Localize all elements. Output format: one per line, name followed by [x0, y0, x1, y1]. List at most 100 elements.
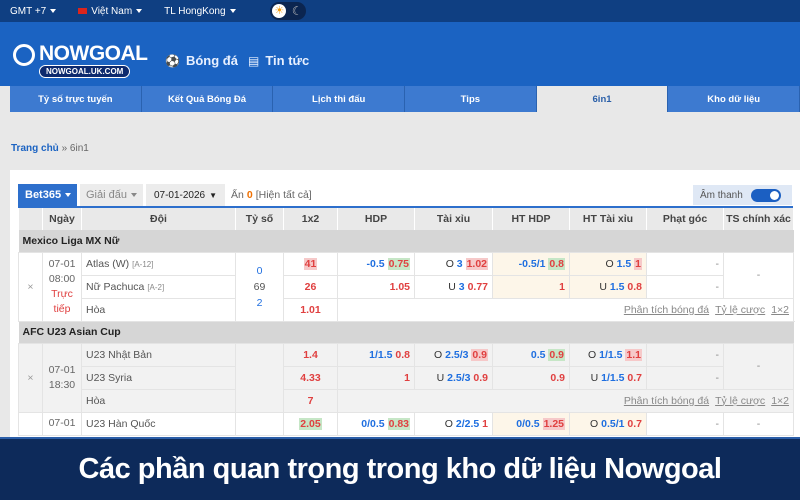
- handicap-odds: 1: [404, 371, 410, 384]
- banner-caption: Các phần quan trọng trong kho dữ liệu No…: [0, 437, 800, 500]
- league-row[interactable]: Mexico Liga MX Nữ: [18, 230, 794, 252]
- league-name: AFC U23 Asian Cup: [18, 321, 794, 343]
- ht-over-under-line: 1/1.5: [599, 348, 623, 361]
- tab-results[interactable]: Kết Quả Bóng Đá: [141, 86, 274, 112]
- ht-handicap-odds: 0.8: [548, 257, 565, 270]
- over-under-line: 2.5/3: [445, 348, 469, 361]
- over-under-odds: 0.9: [471, 348, 488, 361]
- team-rank: [A-12]: [132, 259, 154, 269]
- league-row[interactable]: AFC U23 Asian Cup: [18, 321, 794, 343]
- table-row: × 07-01 18:30 U23 Nhật Bản 1.4 1/1.5 0.8 O 2.…: [18, 342, 794, 413]
- nav-news[interactable]: ▤ Tin tức: [248, 53, 309, 68]
- sound-toggle[interactable]: [750, 188, 781, 202]
- language-dropdown[interactable]: Việt Nam: [78, 5, 143, 17]
- corner-odds: -: [646, 411, 724, 436]
- match-links: Phân tích bóng đá Tỷ lệ cược 1×2: [337, 388, 794, 413]
- team-cell[interactable]: Atlas (W) [A-12]: [81, 251, 236, 276]
- ht-over-under-odds: 1.1: [625, 348, 642, 361]
- over-under-odds: 1.02: [465, 257, 488, 270]
- hidden-label: Ẩn: [231, 189, 244, 201]
- filter-controls: Bet365 Giải đấu 07-01-2026 ▼ Ẩn 0 [Hiện tất…: [18, 184, 312, 206]
- column-header: HT HDP: [492, 208, 570, 230]
- sun-icon: ☀: [272, 4, 287, 18]
- odds-table: Ngày Đội Tỷ số 1x2 HDP Tài xỉu HT HDP HT Tài xỉ…: [18, 208, 794, 436]
- site-header: NOWGOAL NOWGOAL.UK.COM ⚽ Bóng đá ▤ Tin tức: [0, 22, 800, 86]
- match-link[interactable]: Phân tích bóng đá: [624, 304, 709, 316]
- ht-handicap-odds: 0.9: [548, 348, 565, 361]
- timezone-dropdown[interactable]: GMT +7: [10, 6, 57, 17]
- odds-1x2: 26: [304, 280, 317, 293]
- draw-odds: 1.01: [300, 303, 321, 316]
- main-tabs: Tỷ số trực tuyến Kết Quả Bóng Đá Lịch th…: [10, 86, 800, 112]
- draw-row: Hòa 1.01 Phân tích bóng đá Tỷ lệ cược 1×2: [19, 297, 794, 322]
- caret-down-icon: [229, 9, 236, 13]
- match-time: 08:00: [48, 272, 76, 285]
- logo-emblem-icon: [13, 44, 35, 66]
- tab-database[interactable]: Kho dữ liệu: [668, 86, 800, 112]
- match-link[interactable]: Phân tích bóng đá: [624, 395, 709, 407]
- column-header: Tài xỉu: [414, 208, 493, 230]
- over-under-side: O: [444, 417, 453, 430]
- team-cell[interactable]: Nữ Pachuca [A-2]: [81, 274, 236, 299]
- tab-schedule[interactable]: Lịch thi đấu: [273, 86, 406, 112]
- ht-over-under-side: U: [590, 371, 599, 384]
- league-dropdown[interactable]: Giải đấu: [80, 184, 143, 206]
- match-date: 07-01: [48, 417, 76, 429]
- team-cell[interactable]: U23 Nhật Bản: [81, 342, 236, 367]
- over-under-side: U: [448, 280, 456, 293]
- match-status: Trực tiếp: [51, 287, 73, 315]
- team-cell[interactable]: U23 Hàn Quốc: [81, 411, 236, 436]
- team-cell[interactable]: U23 Syria: [81, 365, 236, 390]
- hide-match-button[interactable]: ×: [18, 342, 43, 413]
- tab-live-scores[interactable]: Tỷ số trực tuyến: [10, 86, 142, 112]
- match-date: 07-01: [48, 257, 76, 270]
- match-link[interactable]: Tỷ lệ cược: [715, 304, 765, 316]
- match-link[interactable]: 1×2: [771, 395, 789, 407]
- theme-toggle[interactable]: ☀ ☾: [269, 2, 306, 20]
- team-name: Nữ Pachuca: [86, 280, 145, 293]
- ht-over-under-odds: 0.7: [627, 371, 642, 384]
- caret-down-icon: [50, 9, 57, 13]
- nav-football[interactable]: ⚽ Bóng đá: [165, 53, 238, 68]
- ht-over-under-side: U: [599, 280, 607, 293]
- ht-over-under-odds: 1: [634, 257, 642, 270]
- odds-1x2: 1.4: [303, 348, 318, 361]
- sound-label: Âm thanh: [700, 189, 743, 201]
- ht-over-under-line: 1/1.5: [601, 371, 625, 384]
- language-label: Việt Nam: [91, 5, 133, 17]
- ht-over-under-odds: 0.7: [627, 417, 642, 430]
- match-minute: 69: [253, 280, 266, 293]
- table-row: Nữ Pachuca [A-2] 26 1.05 U 3 0.77 1 U 1.5 0…: [19, 274, 794, 299]
- table-row: U23 Syria 4.33 1 U 2.5/3 0.9 0.9 U 1/1.5 0…: [19, 365, 794, 390]
- hide-match-button[interactable]: ×: [18, 251, 43, 322]
- over-under-line: 3: [456, 257, 463, 270]
- vietnam-flag-icon: [78, 8, 88, 14]
- nav-label: Bóng đá: [185, 53, 238, 68]
- column-header: [18, 208, 43, 230]
- bookmaker-dropdown[interactable]: Bet365: [18, 184, 77, 206]
- ht-handicap-line: 0/0.5: [516, 417, 540, 430]
- logo-name: NOWGOAL: [39, 42, 148, 65]
- column-header: TS chính xác: [723, 208, 794, 230]
- odds-company-dropdown[interactable]: TL HongKong: [164, 6, 236, 17]
- hidden-number: 0: [246, 189, 253, 201]
- ht-over-under-side: O: [605, 257, 614, 270]
- correct-score: -: [723, 342, 794, 390]
- score-home: 0: [256, 264, 263, 277]
- breadcrumb: Trang chủ » 6in1: [11, 143, 89, 154]
- show-all-link[interactable]: [Hiện tất cả]: [256, 189, 312, 201]
- tab-tips[interactable]: Tips: [405, 86, 537, 112]
- ht-handicap-odds: 1.25: [542, 417, 565, 430]
- draw-label: Hòa: [81, 297, 236, 322]
- ht-over-under-line: 1.5: [616, 257, 632, 270]
- match-link[interactable]: 1×2: [771, 304, 789, 316]
- match-link[interactable]: Tỷ lệ cược: [715, 395, 765, 407]
- tab-6in1[interactable]: 6in1: [536, 86, 669, 112]
- date-select[interactable]: 07-01-2026 ▼: [146, 184, 225, 206]
- hide-match-button[interactable]: [18, 411, 43, 436]
- top-bar: GMT +7 Việt Nam TL HongKong ☀ ☾: [0, 0, 800, 22]
- handicap-odds: 0.75: [387, 257, 410, 270]
- over-under-line: 3: [458, 280, 465, 293]
- breadcrumb-current: 6in1: [69, 143, 89, 154]
- breadcrumb-home[interactable]: Trang chủ: [11, 143, 59, 154]
